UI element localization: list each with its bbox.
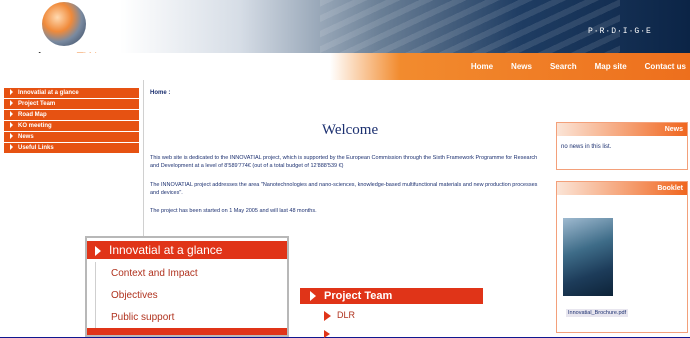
duration-paragraph: The project has been started on 1 May 20… (150, 208, 317, 214)
scope-paragraph: The INNOVATIAL project addresses the are… (150, 182, 538, 196)
top-nav-bar: Home News Search Map site Contact us (0, 53, 690, 80)
glance-submenu-popup: Innovatial at a glance Context and Impac… (85, 236, 289, 337)
project-team-menu-header[interactable]: Project Team (300, 288, 483, 304)
submenu-objectives[interactable]: Objectives (111, 290, 158, 301)
site-header: innovaTiAl P·R·D·I·G·E Home News Search … (0, 0, 690, 80)
submenu-public-support[interactable]: Public support (111, 312, 174, 323)
arrow-icon (10, 133, 13, 140)
submenu-context-and-impact[interactable]: Context and Impact (111, 268, 198, 279)
arrow-icon (10, 100, 13, 107)
sidebar-item-useful-links[interactable]: Useful Links (4, 143, 139, 153)
brochure-pdf-link[interactable]: Innovatial_Brochure.pdf (566, 309, 629, 317)
arrow-icon (10, 122, 13, 129)
news-box-text: no news in this list. (561, 144, 612, 150)
nav-home[interactable]: Home (471, 62, 493, 71)
glance-menu-header[interactable]: Innovatial at a glance (87, 241, 287, 259)
breadcrumb[interactable]: Home : (150, 90, 170, 96)
project-team-submenu-popup: Project Team DLR (300, 281, 483, 338)
arrow-right-icon (310, 291, 316, 302)
header-banner-art (320, 0, 620, 55)
arrow-icon (10, 111, 13, 118)
arrow-right-icon (95, 245, 101, 256)
logo-globe-icon[interactable] (42, 2, 86, 46)
arrow-right-outline-icon (324, 310, 331, 321)
news-box-title: News (557, 123, 687, 136)
page-title: Welcome (321, 122, 379, 138)
sidebar-menu: Innovatial at a glance Project Team Road… (4, 88, 139, 154)
intro-paragraph: This web site is dedicated to the INNOVA… (150, 155, 538, 169)
prodige-logo: P·R·D·I·G·E (588, 27, 652, 36)
submenu-dlr[interactable]: DLR (324, 310, 355, 321)
next-menu-item-partial (87, 328, 287, 335)
nav-map-site[interactable]: Map site (595, 62, 627, 71)
booklet-box-title: Booklet (557, 182, 687, 195)
arrow-icon (10, 144, 13, 151)
nav-contact-us[interactable]: Contact us (645, 62, 686, 71)
sidebar-item-innovatial-at-a-glance[interactable]: Innovatial at a glance (4, 88, 139, 98)
sidebar-item-road-map[interactable]: Road Map (4, 110, 139, 120)
arrow-icon (10, 89, 13, 96)
brochure-cover-image[interactable] (563, 218, 613, 296)
sidebar-item-news[interactable]: News (4, 132, 139, 142)
sidebar-item-project-team[interactable]: Project Team (4, 99, 139, 109)
nav-search[interactable]: Search (550, 62, 577, 71)
news-box: News no news in this list. (556, 122, 688, 170)
nav-news[interactable]: News (511, 62, 532, 71)
sidebar-item-ko-meeting[interactable]: KO meeting (4, 121, 139, 131)
